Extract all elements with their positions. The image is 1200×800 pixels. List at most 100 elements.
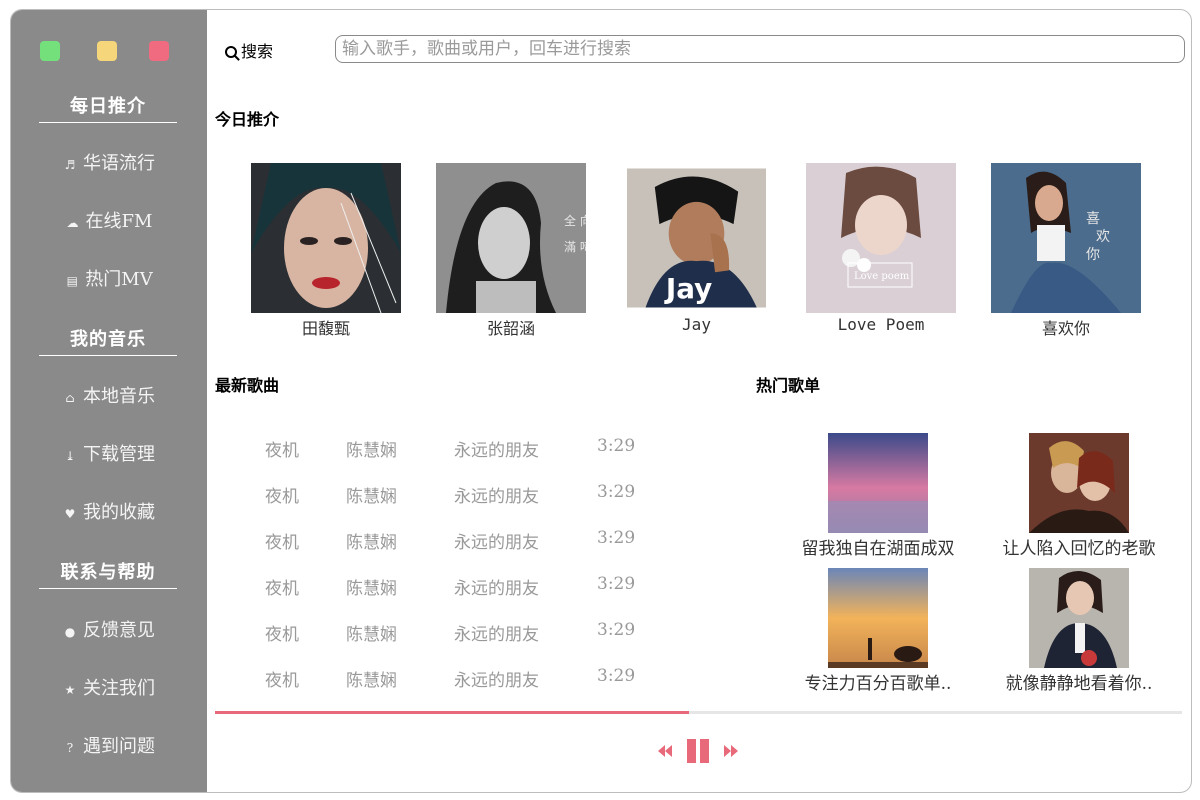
song-album: 永远的朋友 <box>454 441 539 461</box>
search-label-text: 搜索 <box>241 42 274 61</box>
song-album: 永远的朋友 <box>454 625 539 645</box>
home-icon: ⌂ <box>65 391 75 405</box>
sidebar-item-favorites[interactable]: ♥ 我的收藏 <box>11 498 207 524</box>
album-cover <box>251 163 401 313</box>
close-button[interactable] <box>149 41 169 61</box>
film-icon: ▤ <box>66 274 78 288</box>
sidebar-item-label: 热门MV <box>85 269 153 290</box>
song-album: 永远的朋友 <box>454 671 539 691</box>
playlist-card[interactable]: 留我独自在湖面成双 <box>783 433 973 559</box>
maximize-button[interactable] <box>40 41 60 61</box>
section-title-help: 联系与帮助 <box>39 558 177 589</box>
cloud-icon: ☁ <box>66 216 79 230</box>
sidebar-item-label: 我的收藏 <box>83 502 155 523</box>
sidebar-item-follow-us[interactable]: ★ 关注我们 <box>11 674 207 700</box>
sidebar: 每日推介 ♬ 华语流行 ☁ 在线FM ▤ 热门MV 我的音乐 ⌂ 本地音乐 ⤓ 下载管理 … <box>11 10 207 792</box>
svg-text:滿 啼: 滿 啼 <box>564 239 586 254</box>
sidebar-item-local-music[interactable]: ⌂ 本地音乐 <box>11 382 207 408</box>
sidebar-item-online-fm[interactable]: ☁ 在线FM <box>11 207 207 233</box>
backward-icon[interactable] <box>657 743 673 759</box>
download-icon: ⤓ <box>64 449 76 463</box>
album-cover: Love poem <box>806 163 956 313</box>
sidebar-item-downloads[interactable]: ⤓ 下载管理 <box>11 440 207 466</box>
sidebar-item-label: 下载管理 <box>83 444 155 465</box>
pause-icon[interactable] <box>685 738 711 764</box>
heart-icon: ♥ <box>64 507 76 521</box>
playlist-name: 专注力百分百歌单.. <box>804 674 952 694</box>
section-title-my-music: 我的音乐 <box>39 325 177 356</box>
svg-text:全 向: 全 向 <box>564 213 586 228</box>
sidebar-item-chinese-pop[interactable]: ♬ 华语流行 <box>11 149 207 175</box>
album-name: Love Poem <box>837 315 925 334</box>
playlist-cover <box>1029 433 1129 533</box>
music-note-icon: ♬ <box>64 158 76 172</box>
question-icon: ? <box>66 741 74 755</box>
song-duration: 3:29 <box>597 666 636 686</box>
song-artist: 陈慧娴 <box>346 579 397 599</box>
sidebar-item-label: 关注我们 <box>83 678 155 699</box>
sidebar-item-label: 本地音乐 <box>83 386 155 407</box>
comment-icon: ● <box>64 625 76 639</box>
hot-title: 热门歌单 <box>756 376 821 395</box>
sidebar-item-hot-mv[interactable]: ▤ 热门MV <box>11 265 207 291</box>
sidebar-item-label: 华语流行 <box>83 153 155 174</box>
album-card[interactable]: 田馥甄 <box>251 163 401 339</box>
song-duration: 3:29 <box>597 528 636 548</box>
sidebar-item-problems[interactable]: ? 遇到问题 <box>11 732 207 758</box>
song-artist: 陈慧娴 <box>346 487 397 507</box>
playlist-cover <box>1029 568 1129 668</box>
search-icon <box>225 46 237 58</box>
album-name: 田馥甄 <box>301 319 350 338</box>
song-title: 夜机 <box>265 625 299 645</box>
svg-text:欢: 欢 <box>1096 229 1110 245</box>
song-title: 夜机 <box>265 441 299 461</box>
song-duration: 3:29 <box>597 436 636 456</box>
album-card[interactable]: Jay Jay <box>627 163 766 334</box>
sidebar-item-label: 遇到问题 <box>83 736 155 757</box>
album-cover: 全 向 滿 啼 <box>436 163 586 313</box>
album-card[interactable]: 全 向 滿 啼 张韶涵 <box>436 163 586 339</box>
star-icon: ★ <box>64 683 76 697</box>
main-content: 搜索 今日推介 田馥甄 全 向 <box>207 10 1191 792</box>
playlist-card[interactable]: 让人陷入回忆的老歌 <box>984 433 1174 559</box>
sidebar-item-label: 反馈意见 <box>83 620 155 641</box>
song-duration: 3:29 <box>597 482 636 502</box>
playlist-cover <box>828 568 928 668</box>
album-card[interactable]: 喜 欢 你 喜欢你 <box>991 163 1141 339</box>
playlist-card[interactable]: 专注力百分百歌单.. <box>783 568 973 694</box>
playlist-name: 让人陷入回忆的老歌 <box>1002 539 1156 559</box>
song-title: 夜机 <box>265 671 299 691</box>
album-name: 张韶涵 <box>486 319 535 338</box>
playlist-name: 留我独自在湖面成双 <box>801 539 955 559</box>
newest-title: 最新歌曲 <box>215 376 280 395</box>
song-duration: 3:29 <box>597 620 636 640</box>
song-duration: 3:29 <box>597 574 636 594</box>
album-name: Jay <box>682 315 711 334</box>
song-album: 永远的朋友 <box>454 487 539 507</box>
playlist-name: 就像静静地看着你.. <box>1005 674 1153 694</box>
svg-text:喜: 喜 <box>1086 211 1100 227</box>
svg-text:Jay: Jay <box>664 272 712 305</box>
song-artist: 陈慧娴 <box>346 533 397 553</box>
song-title: 夜机 <box>265 579 299 599</box>
playlist-card[interactable]: 就像静静地看着你.. <box>984 568 1174 694</box>
song-artist: 陈慧娴 <box>346 625 397 645</box>
section-title-daily: 每日推介 <box>39 92 177 123</box>
song-artist: 陈慧娴 <box>346 671 397 691</box>
album-cover: Jay <box>627 168 766 308</box>
song-album: 永远的朋友 <box>454 533 539 553</box>
search-input[interactable] <box>335 35 1185 63</box>
album-cover: 喜 欢 你 <box>991 163 1141 313</box>
progress-bar[interactable] <box>215 711 1182 714</box>
minimize-button[interactable] <box>97 41 117 61</box>
sidebar-item-feedback[interactable]: ● 反馈意见 <box>11 616 207 642</box>
album-name: 喜欢你 <box>1041 319 1090 338</box>
album-card[interactable]: Love poem Love Poem <box>806 163 956 334</box>
song-album: 永远的朋友 <box>454 579 539 599</box>
svg-text:Love poem: Love poem <box>854 271 910 282</box>
playlist-cover <box>828 433 928 533</box>
song-title: 夜机 <box>265 533 299 553</box>
forward-icon[interactable] <box>723 743 739 759</box>
search-label[interactable]: 搜索 <box>225 38 273 62</box>
sidebar-item-label: 在线FM <box>85 211 153 232</box>
